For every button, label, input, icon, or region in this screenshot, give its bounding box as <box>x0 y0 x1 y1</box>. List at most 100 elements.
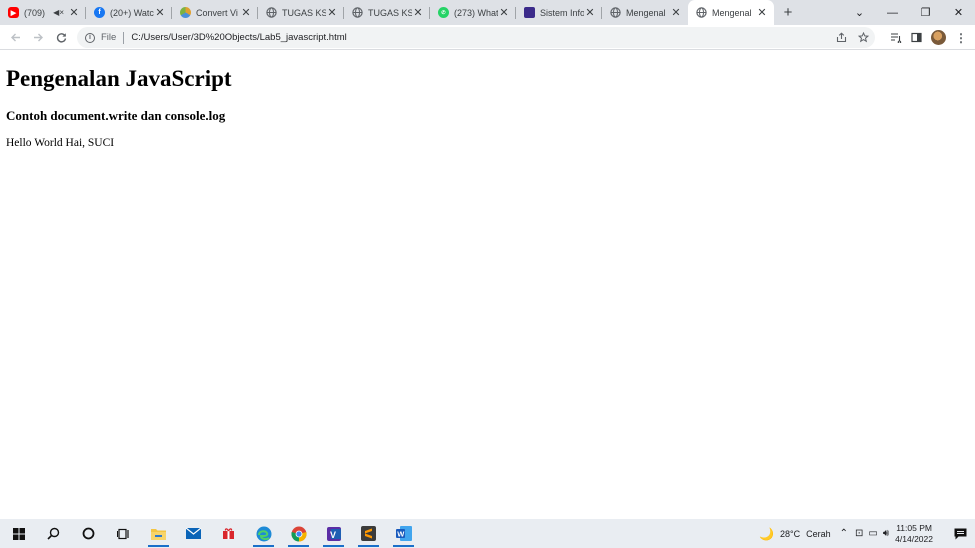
output-text: Hello World Hai, SUCI <box>6 137 115 149</box>
close-icon[interactable]: ✕ <box>240 7 252 19</box>
arrow-left-icon <box>11 33 20 41</box>
svg-text:V: V <box>330 530 336 540</box>
reload-button[interactable] <box>50 26 73 48</box>
divider <box>123 31 125 44</box>
folder-icon <box>151 529 166 540</box>
tab-title: Mengenal <box>712 7 752 18</box>
search-button[interactable] <box>36 519 71 548</box>
clock-time: 11:05 PM <box>896 522 932 533</box>
action-center-button[interactable] <box>945 519 975 548</box>
sublime-text-icon <box>361 526 376 541</box>
more-menu-icon[interactable]: ⋮ <box>955 31 967 45</box>
cortana-button[interactable] <box>71 519 106 548</box>
reading-list-icon[interactable] <box>890 32 902 43</box>
globe-icon <box>352 7 363 18</box>
tab-tugas-1[interactable]: TUGAS KSI ✕ <box>258 0 344 25</box>
cortana-circle-icon <box>82 527 95 540</box>
close-icon[interactable]: ✕ <box>756 7 768 19</box>
share-icon[interactable] <box>836 32 847 43</box>
tab-whatsapp[interactable]: ✆ (273) What ✕ <box>430 0 516 25</box>
tab-youtube[interactable]: ▶ (709) ◀× ✕ <box>0 0 86 25</box>
clock-date: 4/14/2022 <box>895 533 933 544</box>
close-icon[interactable]: ✕ <box>412 7 424 19</box>
minimize-button[interactable]: — <box>876 2 909 24</box>
window-controls: ⌄ — ❐ ✕ <box>843 0 975 25</box>
tab-title: (20+) Watc <box>110 7 154 18</box>
tab-title: Convert Vi <box>196 7 238 18</box>
globe-icon <box>610 7 621 18</box>
tab-sistem-info[interactable]: Sistem Info ✕ <box>516 0 602 25</box>
globe-icon <box>266 7 277 18</box>
university-icon <box>524 7 535 18</box>
speaker-muted-icon[interactable]: ◀× <box>53 8 64 17</box>
visual-studio-icon: V <box>326 526 341 541</box>
office-app-button[interactable] <box>211 519 246 548</box>
close-icon[interactable]: ✕ <box>68 7 80 19</box>
address-bar[interactable]: i File C:/Users/User/3D%20Objects/Lab5_j… <box>77 27 875 48</box>
mail-button[interactable] <box>176 519 211 548</box>
sublime-button[interactable] <box>351 519 386 548</box>
convert-icon <box>180 7 191 18</box>
weather-temp[interactable]: 28°C <box>780 529 800 539</box>
reload-icon <box>56 32 67 42</box>
back-button[interactable] <box>4 26 27 48</box>
tab-title: (709) <box>24 7 46 18</box>
tab-search-chevron-icon[interactable]: ⌄ <box>843 2 876 24</box>
chrome-button[interactable] <box>281 519 316 548</box>
chrome-icon <box>290 526 307 541</box>
tab-facebook[interactable]: f (20+) Watc ✕ <box>86 0 172 25</box>
tab-tugas-2[interactable]: TUGAS KSI ✕ <box>344 0 430 25</box>
info-icon[interactable]: i <box>85 32 95 43</box>
page-content: Pengenalan JavaScript Contoh document.wr… <box>0 51 975 519</box>
word-button[interactable]: W <box>386 519 421 548</box>
address-url[interactable]: C:/Users/User/3D%20Objects/Lab5_javascri… <box>131 32 346 43</box>
close-window-button[interactable]: ✕ <box>942 2 975 24</box>
side-panel-icon[interactable] <box>911 32 922 43</box>
forward-button[interactable] <box>27 26 50 48</box>
tab-mengenal-1[interactable]: Mengenal ✕ <box>602 0 688 25</box>
windows-taskbar: V W 🌙 28°C Cerah ⌃ ⊡ ▭ 🔊︎ 11:05 PM 4/14/… <box>0 519 975 548</box>
close-icon[interactable]: ✕ <box>498 7 510 19</box>
meet-now-icon[interactable]: ⊡ <box>855 528 863 539</box>
close-icon[interactable]: ✕ <box>670 7 682 19</box>
close-icon[interactable]: ✕ <box>584 7 596 19</box>
tab-mengenal-active[interactable]: Mengenal ✕ <box>688 0 774 25</box>
new-tab-button[interactable]: + <box>776 0 800 25</box>
vscode-button[interactable]: V <box>316 519 351 548</box>
tab-title: TUGAS KSI <box>368 7 412 18</box>
close-icon[interactable]: ✕ <box>326 7 338 19</box>
word-icon: W <box>395 526 412 541</box>
file-explorer-button[interactable] <box>141 519 176 548</box>
avatar[interactable] <box>931 30 946 45</box>
volume-icon[interactable]: 🔊︎ <box>883 528 889 539</box>
tab-convert[interactable]: Convert Vi ✕ <box>172 0 258 25</box>
tab-title: (273) What <box>454 7 498 18</box>
address-scheme: File <box>101 32 117 43</box>
search-icon <box>47 527 60 540</box>
restore-button[interactable]: ❐ <box>909 2 942 24</box>
close-icon[interactable]: ✕ <box>154 7 166 19</box>
facebook-icon: f <box>94 7 105 18</box>
page-subheading: Contoh document.write dan console.log <box>6 108 226 123</box>
task-view-icon <box>117 528 129 539</box>
omnibox-actions <box>836 27 869 48</box>
arrow-right-icon <box>34 33 43 41</box>
clock[interactable]: 11:05 PM 4/14/2022 <box>895 523 933 545</box>
globe-icon <box>696 7 707 18</box>
notification-icon <box>954 528 966 539</box>
network-icon[interactable]: ▭ <box>868 528 877 539</box>
edge-button[interactable] <box>246 519 281 548</box>
weather-condition[interactable]: Cerah <box>806 529 831 539</box>
gift-app-icon <box>223 528 234 539</box>
tab-title: Mengenal <box>626 7 666 18</box>
star-bookmark-icon[interactable] <box>858 32 869 43</box>
chevron-up-icon[interactable]: ⌃ <box>840 528 848 539</box>
start-button[interactable] <box>1 519 36 548</box>
weather-moon-icon[interactable]: 🌙 <box>759 527 774 541</box>
tab-strip: ▶ (709) ◀× ✕ f (20+) Watc ✕ Convert Vi ✕… <box>0 0 975 25</box>
edge-browser-icon <box>256 526 271 541</box>
task-view-button[interactable] <box>106 519 141 548</box>
browser-window: ▶ (709) ◀× ✕ f (20+) Watc ✕ Convert Vi ✕… <box>0 0 975 548</box>
mail-icon <box>186 528 201 539</box>
svg-text:W: W <box>397 530 405 539</box>
